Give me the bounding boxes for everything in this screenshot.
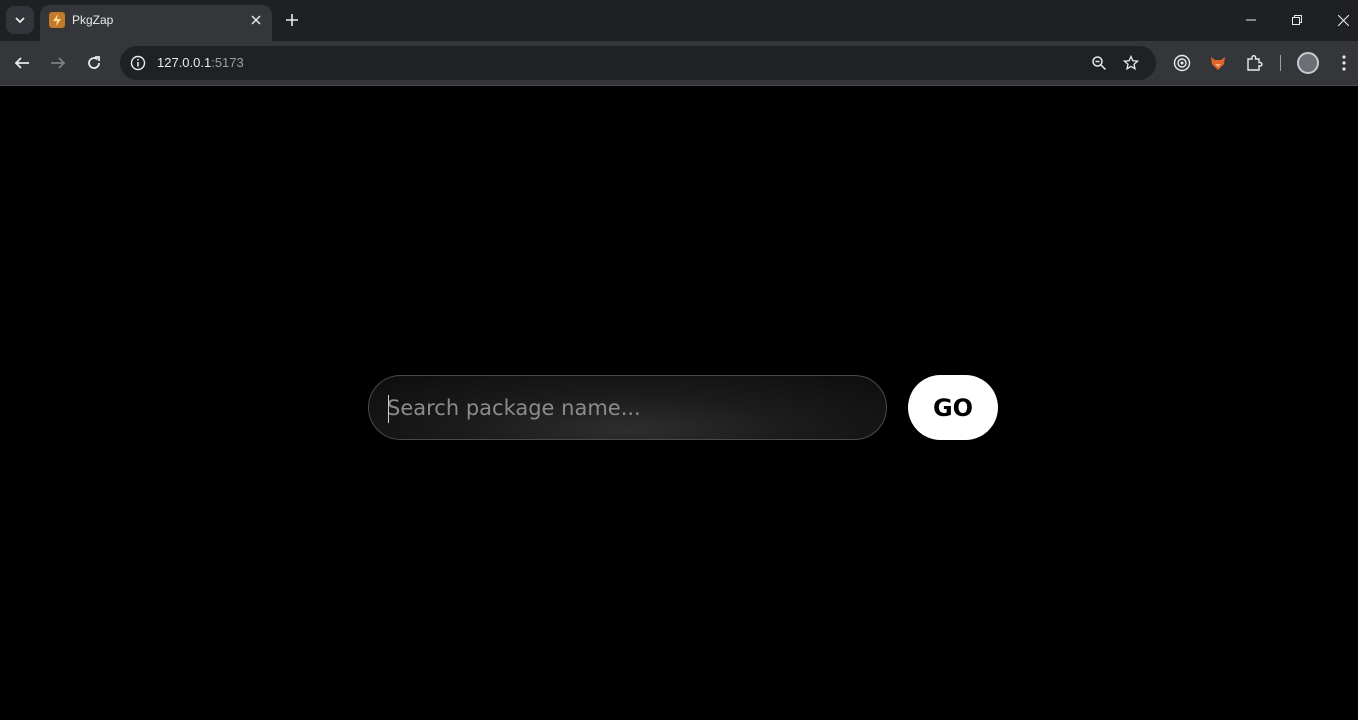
page-content: GO <box>0 87 1358 720</box>
chevron-down-icon <box>15 17 25 24</box>
kebab-menu-icon <box>1342 55 1346 71</box>
back-button[interactable] <box>10 51 34 75</box>
browser-toolbar: 127.0.0.1:5173 <box>0 41 1358 86</box>
reload-icon <box>88 56 100 69</box>
search-box[interactable] <box>368 375 887 440</box>
minimize-icon <box>1246 19 1256 21</box>
puzzle-icon <box>1247 55 1263 71</box>
site-info-icon[interactable] <box>129 54 147 72</box>
tab-search-button[interactable] <box>6 6 34 34</box>
target-icon <box>1173 54 1191 72</box>
text-caret <box>388 395 389 423</box>
browser-tab-active[interactable]: PkgZap <box>40 5 272 41</box>
tab-close-icon[interactable] <box>248 12 264 28</box>
extension-fox-button[interactable] <box>1206 51 1230 75</box>
address-bar[interactable]: 127.0.0.1:5173 <box>120 46 1156 80</box>
extension-target-button[interactable] <box>1170 51 1194 75</box>
url-port: :5173 <box>211 55 244 70</box>
close-icon <box>1337 14 1349 26</box>
reload-button[interactable] <box>82 51 106 75</box>
lightning-bolt-icon <box>49 12 65 28</box>
bookmark-star-icon[interactable] <box>1122 54 1140 72</box>
arrow-right-icon <box>51 57 66 69</box>
plus-icon <box>286 14 298 26</box>
browser-menu-button[interactable] <box>1332 51 1356 75</box>
go-button[interactable]: GO <box>908 375 998 440</box>
close-window-button[interactable] <box>1333 10 1353 30</box>
search-input[interactable] <box>387 390 867 426</box>
restore-icon <box>1292 15 1302 25</box>
url-text: 127.0.0.1:5173 <box>157 55 244 70</box>
minimize-button[interactable] <box>1241 10 1261 30</box>
zoom-icon[interactable] <box>1090 54 1108 72</box>
profile-avatar[interactable] <box>1297 52 1319 74</box>
forward-button[interactable] <box>46 51 70 75</box>
fox-icon <box>1211 57 1225 70</box>
url-host: 127.0.0.1 <box>157 55 212 70</box>
tab-strip: PkgZap <box>0 0 1358 41</box>
tab-title: PkgZap <box>72 13 114 27</box>
toolbar-separator <box>1280 55 1281 71</box>
new-tab-button[interactable] <box>282 10 302 30</box>
arrow-left-icon <box>14 57 29 69</box>
restore-button[interactable] <box>1287 10 1307 30</box>
extensions-button[interactable] <box>1242 51 1266 75</box>
